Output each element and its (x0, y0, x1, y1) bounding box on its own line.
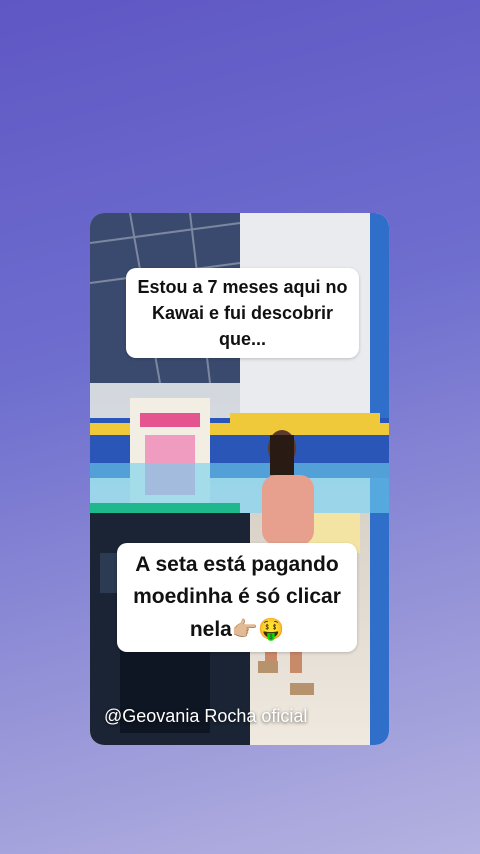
caption-top: Estou a 7 meses aqui no Kawai e fui desc… (126, 268, 359, 358)
creator-watermark: @Geovania Rocha oficial (104, 706, 308, 726)
caption-top-text: Estou a 7 meses aqui no Kawai e fui desc… (137, 277, 348, 349)
pointing-money-emoji-icon: 👉🏼🤑 (231, 617, 285, 641)
caption-bottom: A seta está pagando moedinha é só clicar… (117, 543, 357, 652)
